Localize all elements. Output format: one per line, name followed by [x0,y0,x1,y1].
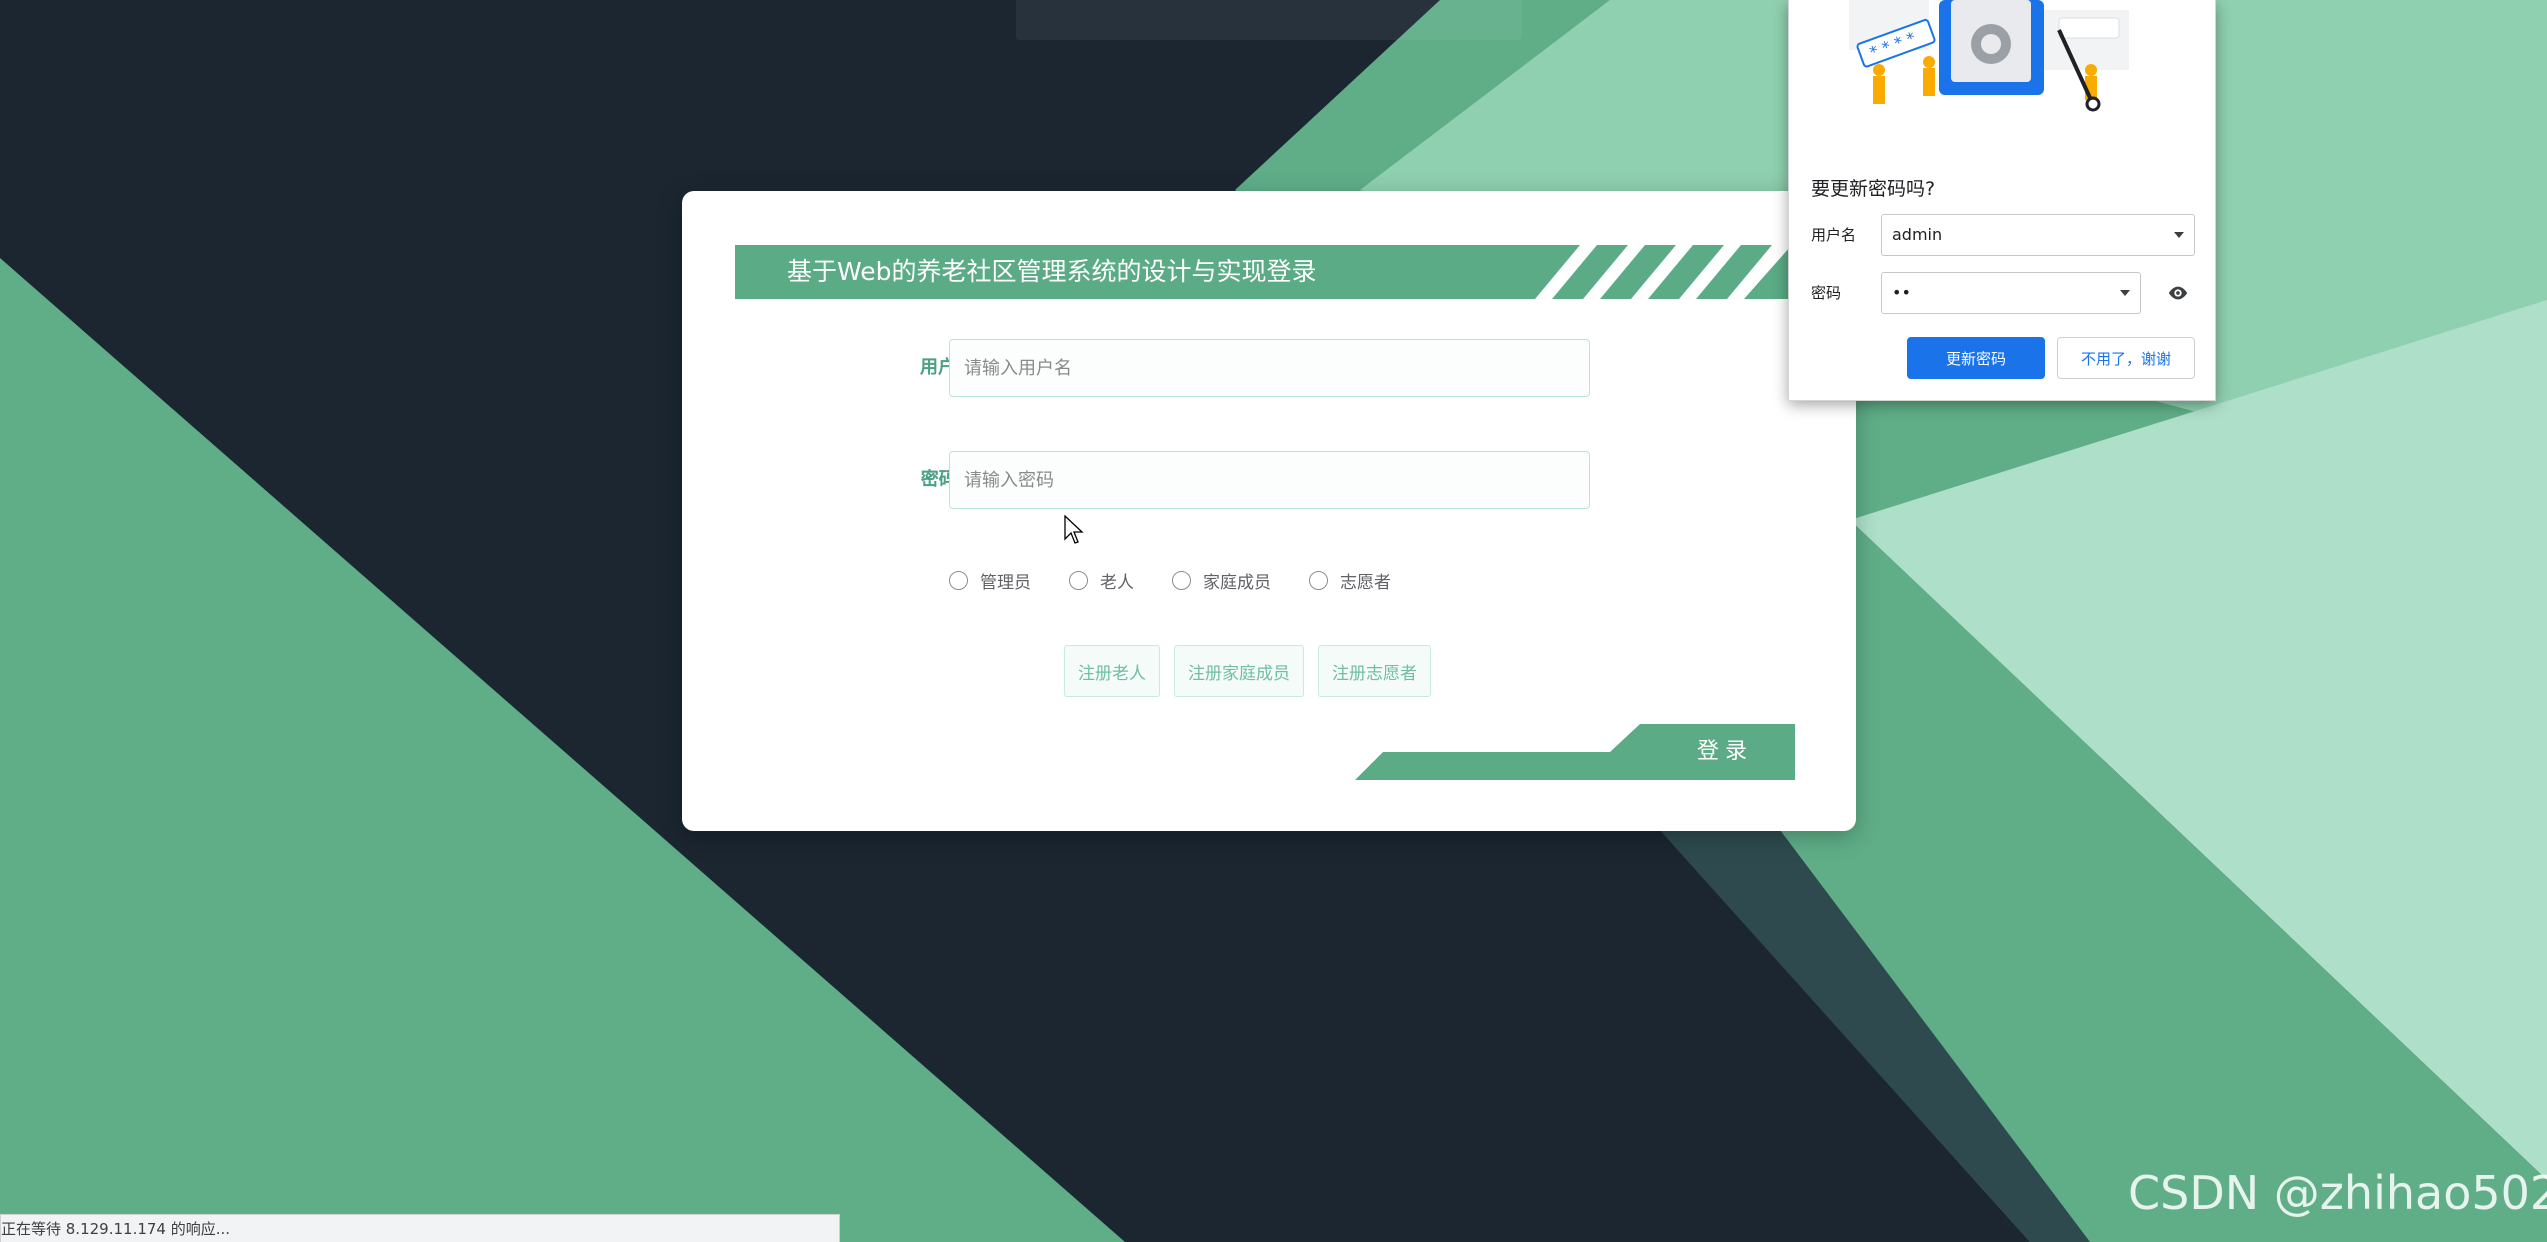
role-label: 家庭成员 [1203,572,1271,593]
popup-username-select[interactable]: admin [1881,214,2195,256]
role-radio-group: 管理员 老人 家庭成员 志愿者 [949,565,1429,595]
register-button-group: 注册老人 注册家庭成员 注册志愿者 [1064,645,1445,697]
password-update-popup: * * * * 要更新密码吗? 用户名 admin 密码 •• 更新密码 不用了… [1788,0,2216,401]
login-button[interactable]: 登录 [1355,724,1795,780]
page-title: 基于Web的养老社区管理系统的设计与实现登录 [787,257,1317,286]
update-password-button[interactable]: 更新密码 [1907,337,2045,379]
popup-password-row: 密码 •• [1789,272,2217,314]
browser-status-bar: 正在等待 8.129.11.174 的响应... [0,1214,840,1242]
popup-username-value: admin [1892,225,1943,244]
chevron-down-icon [2174,232,2184,238]
radio-circle[interactable] [1172,570,1191,590]
dismiss-button[interactable]: 不用了，谢谢 [2057,337,2195,379]
register-volunteer-button[interactable]: 注册志愿者 [1318,645,1431,697]
password-row: 密码: [682,451,1856,509]
register-elderly-button[interactable]: 注册老人 [1064,645,1160,697]
password-label: 密码: [920,469,964,490]
radio-circle[interactable] [949,570,968,590]
username-row: 用户名 [682,339,1856,397]
popup-title: 要更新密码吗? [1811,178,1936,200]
top-notification-bar [1016,0,1522,40]
popup-username-row: 用户名 admin [1789,214,2217,256]
popup-password-select[interactable]: •• [1881,272,2141,314]
register-family-button[interactable]: 注册家庭成员 [1174,645,1304,697]
password-manager-illustration: * * * * [1829,0,2169,140]
role-radio-family[interactable]: 家庭成员 [1172,568,1271,593]
mouse-cursor-icon [1064,515,1084,544]
role-radio-elderly[interactable]: 老人 [1069,568,1134,593]
login-button-label: 登录 [1696,739,1753,764]
username-input[interactable] [949,339,1590,397]
password-input[interactable] [949,451,1590,509]
eye-icon[interactable] [2167,282,2189,304]
watermark: CSDN @zhihao502 [2128,1166,2547,1220]
role-label: 管理员 [980,572,1031,593]
radio-circle[interactable] [1069,570,1088,590]
popup-password-value: •• [1892,283,1911,302]
role-radio-admin[interactable]: 管理员 [949,568,1031,593]
title-banner: 基于Web的养老社区管理系统的设计与实现登录 [735,245,1790,299]
role-label: 志愿者 [1340,572,1391,593]
role-label: 老人 [1100,572,1134,593]
radio-circle[interactable] [1309,570,1328,590]
login-card: 基于Web的养老社区管理系统的设计与实现登录 用户名 密码: 管理员 老人 家庭… [682,191,1856,831]
popup-username-label: 用户名 [1811,226,1857,244]
role-radio-volunteer[interactable]: 志愿者 [1309,568,1391,593]
chevron-down-icon [2120,290,2130,296]
popup-password-label: 密码 [1811,284,1842,302]
